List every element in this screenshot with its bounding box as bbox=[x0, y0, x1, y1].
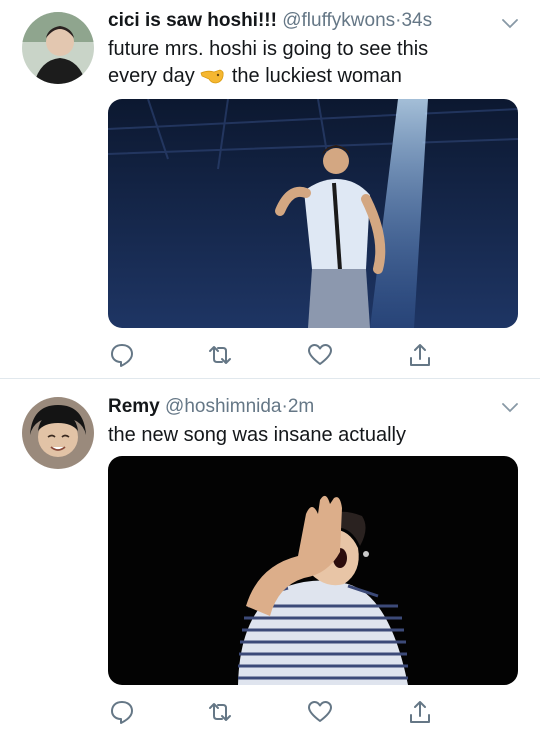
tweet-text-line-1: future mrs. hoshi is going to see this bbox=[108, 38, 429, 60]
like-icon[interactable] bbox=[306, 341, 334, 369]
tweet-2[interactable]: Remy @hoshimnida·2m the new song was ins… bbox=[0, 379, 540, 734]
avatar[interactable] bbox=[22, 397, 94, 469]
tweet-text-line-2: every day the luckiest woman bbox=[108, 63, 518, 90]
tweet-text-segment: the luckiest woman bbox=[231, 65, 402, 87]
tweet-media-image[interactable] bbox=[108, 99, 518, 328]
tweet-text: the new song was insane actually bbox=[108, 422, 518, 449]
tweet-actions bbox=[108, 698, 518, 726]
reply-icon[interactable] bbox=[108, 698, 136, 726]
share-icon[interactable] bbox=[406, 341, 434, 369]
tweet-actions bbox=[108, 341, 518, 369]
tweet-text: future mrs. hoshi is going to see this e… bbox=[108, 36, 518, 90]
user-handle[interactable]: @fluffykwons bbox=[282, 10, 395, 31]
retweet-icon[interactable] bbox=[206, 341, 234, 369]
avatar[interactable] bbox=[22, 12, 94, 84]
timestamp[interactable]: 34s bbox=[401, 10, 432, 31]
display-name[interactable]: cici is saw hoshi!!! bbox=[108, 10, 277, 31]
tweet-header: cici is saw hoshi!!! @fluffykwons·34s bbox=[108, 10, 432, 32]
tweet-1[interactable]: cici is saw hoshi!!! @fluffykwons·34s fu… bbox=[0, 0, 540, 378]
tweet-text-segment: every day bbox=[108, 65, 195, 87]
hand-pointing-emoji-icon bbox=[200, 64, 226, 86]
like-icon[interactable] bbox=[306, 698, 334, 726]
timestamp[interactable]: 2m bbox=[288, 396, 314, 417]
display-name[interactable]: Remy bbox=[108, 396, 160, 417]
tweet-text-line-1: the new song was insane actually bbox=[108, 424, 406, 446]
chevron-down-icon[interactable] bbox=[500, 16, 520, 30]
reply-icon[interactable] bbox=[108, 341, 136, 369]
tweet-media-image[interactable] bbox=[108, 456, 518, 685]
tweet-header: Remy @hoshimnida·2m bbox=[108, 396, 314, 418]
share-icon[interactable] bbox=[406, 698, 434, 726]
user-handle[interactable]: @hoshimnida bbox=[165, 396, 281, 417]
chevron-down-icon[interactable] bbox=[500, 400, 520, 414]
retweet-icon[interactable] bbox=[206, 698, 234, 726]
